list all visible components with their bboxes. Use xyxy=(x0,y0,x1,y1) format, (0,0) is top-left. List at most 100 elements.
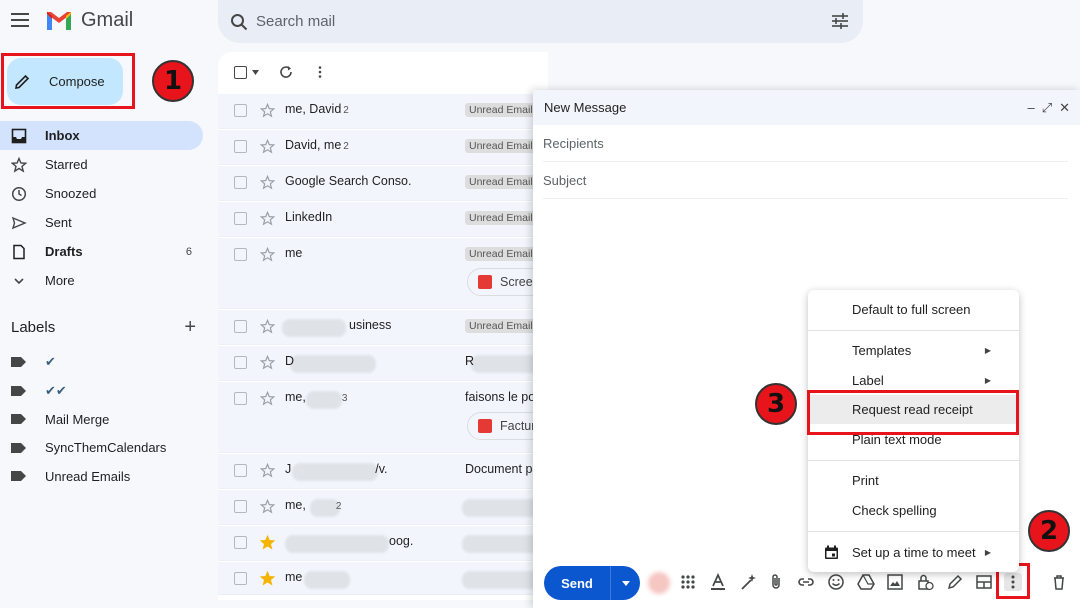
formatting-icon[interactable] xyxy=(709,573,727,591)
send-icon xyxy=(11,216,27,229)
label-chip[interactable]: Unread Email xyxy=(465,139,537,153)
recipients-field[interactable]: Recipients xyxy=(543,125,1068,162)
compose-header[interactable]: New Message – ⤢ ✕ xyxy=(533,90,1080,125)
sidebar-item-drafts[interactable]: Drafts 6 xyxy=(0,237,203,266)
table-row[interactable]: me, 2 xyxy=(218,490,548,525)
magic-wand-icon[interactable] xyxy=(739,573,757,591)
sender-name: D xyxy=(285,354,295,368)
search-options-icon[interactable] xyxy=(831,12,849,30)
image-file-icon xyxy=(478,275,492,289)
table-row[interactable]: Google Search Conso. Unread Email xyxy=(218,166,548,201)
menu-item-default-full-screen[interactable]: Default to full screen xyxy=(808,295,1019,324)
table-row[interactable]: usiness Unread Email xyxy=(218,310,548,345)
row-checkbox[interactable] xyxy=(234,464,247,477)
label-item[interactable]: Unread Emails xyxy=(0,462,203,491)
row-subject: R xyxy=(465,354,475,368)
row-checkbox[interactable] xyxy=(234,392,247,405)
attach-icon[interactable] xyxy=(767,573,785,591)
table-row[interactable]: J/v. Document p xyxy=(218,454,548,489)
add-label-icon[interactable]: + xyxy=(184,317,196,337)
subject-field[interactable]: Subject xyxy=(543,162,1068,199)
discard-draft-icon[interactable] xyxy=(1050,573,1068,591)
compose-title: New Message xyxy=(544,100,627,115)
label-item[interactable]: ✔✔ xyxy=(0,377,203,406)
star-icon[interactable] xyxy=(260,175,275,190)
menu-item-check-spelling[interactable]: Check spelling xyxy=(808,496,1019,525)
menu-item-label: Print xyxy=(852,473,879,488)
drive-icon[interactable] xyxy=(857,573,875,591)
star-icon[interactable] xyxy=(260,103,275,118)
row-checkbox[interactable] xyxy=(234,500,247,513)
emoji-icon[interactable] xyxy=(827,573,845,591)
menu-item-print[interactable]: Print xyxy=(808,466,1019,495)
insert-photo-icon[interactable] xyxy=(886,573,904,591)
minimize-icon[interactable]: – xyxy=(1027,100,1034,116)
caret-down-icon[interactable] xyxy=(252,69,259,75)
sidebar-item-inbox[interactable]: Inbox xyxy=(0,121,203,150)
schedule-send-dropdown[interactable] xyxy=(610,566,640,600)
label-chip[interactable]: Unread Email xyxy=(465,175,537,189)
row-checkbox[interactable] xyxy=(234,212,247,225)
table-row[interactable]: DR xyxy=(218,346,548,381)
row-checkbox[interactable] xyxy=(234,536,247,549)
table-row[interactable]: David, me 2 Unread Email xyxy=(218,130,548,165)
row-checkbox[interactable] xyxy=(234,104,247,117)
apps-grid-icon[interactable] xyxy=(679,573,697,591)
select-all-checkbox[interactable] xyxy=(234,65,259,79)
more-vert-icon[interactable] xyxy=(313,65,327,79)
main-menu-button[interactable] xyxy=(11,13,29,29)
row-checkbox[interactable] xyxy=(234,176,247,189)
star-icon[interactable] xyxy=(260,571,275,586)
sidebar-item-more[interactable]: More xyxy=(0,266,203,295)
label-chip[interactable]: Unread Email xyxy=(465,211,537,225)
table-row[interactable]: me Unread Email Scree xyxy=(218,238,557,309)
star-icon[interactable] xyxy=(260,535,275,550)
sidebar-item-starred[interactable]: Starred xyxy=(0,150,203,179)
menu-item-set-up-meeting[interactable]: Set up a time to meet ▶ xyxy=(808,538,1019,567)
star-icon[interactable] xyxy=(260,355,275,370)
table-row[interactable]: me, 3 faisons le po Factur xyxy=(218,382,557,453)
signature-pen-icon[interactable] xyxy=(946,573,964,591)
label-chip[interactable]: Unread Email xyxy=(465,319,537,333)
row-checkbox[interactable] xyxy=(234,356,247,369)
label-item[interactable]: SyncThemCalendars xyxy=(0,434,203,463)
row-sender: Google Search Conso. xyxy=(285,174,411,188)
row-sender: me, David 2 xyxy=(285,102,349,116)
label-chip[interactable]: Unread Email xyxy=(465,247,537,261)
table-row[interactable]: me xyxy=(218,562,548,595)
sidebar-item-snoozed[interactable]: Snoozed xyxy=(0,179,203,208)
thread-count: 2 xyxy=(343,105,349,116)
row-checkbox[interactable] xyxy=(234,140,247,153)
star-icon[interactable] xyxy=(260,463,275,478)
star-icon[interactable] xyxy=(260,391,275,406)
row-checkbox[interactable] xyxy=(234,248,247,261)
layouts-icon[interactable] xyxy=(975,573,993,591)
star-icon[interactable] xyxy=(260,247,275,262)
label-item[interactable]: Mail Merge xyxy=(0,405,203,434)
labels-header: Labels + xyxy=(11,317,196,337)
send-button[interactable]: Send xyxy=(544,566,640,600)
close-icon[interactable]: ✕ xyxy=(1059,100,1070,116)
gmail-logo[interactable]: Gmail xyxy=(45,9,133,32)
menu-item-templates[interactable]: Templates ▶ xyxy=(808,336,1019,365)
table-row[interactable]: me, David 2 Unread Email xyxy=(218,94,548,129)
sidebar-item-sent[interactable]: Sent xyxy=(0,208,203,237)
confidential-mode-icon[interactable] xyxy=(916,573,934,591)
star-icon[interactable] xyxy=(260,499,275,514)
refresh-icon[interactable] xyxy=(279,65,293,79)
expand-icon[interactable]: ⤢ xyxy=(1042,100,1052,116)
label-tag-icon xyxy=(11,385,26,396)
row-checkbox[interactable] xyxy=(234,572,247,585)
label-item[interactable]: ✔ xyxy=(0,348,203,377)
search-input[interactable]: Search mail xyxy=(256,13,335,30)
star-icon[interactable] xyxy=(260,139,275,154)
table-row[interactable]: LinkedIn Unread Email xyxy=(218,202,548,237)
link-icon[interactable] xyxy=(797,573,815,591)
search-bar[interactable]: Search mail xyxy=(218,0,863,43)
star-icon[interactable] xyxy=(260,319,275,334)
star-icon[interactable] xyxy=(260,211,275,226)
search-icon[interactable] xyxy=(230,13,248,31)
row-checkbox[interactable] xyxy=(234,320,247,333)
label-chip[interactable]: Unread Email xyxy=(465,103,537,117)
table-row[interactable]: oog. xyxy=(218,526,548,561)
